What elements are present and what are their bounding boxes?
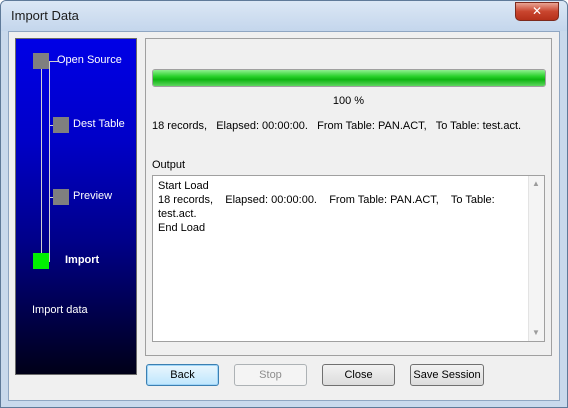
scroll-up-arrow-icon[interactable]: ▲ [532, 179, 540, 188]
output-vertical-scrollbar[interactable]: ▲ ▼ [528, 176, 544, 341]
wizard-connector-line [49, 62, 50, 261]
progress-bar-fill [153, 70, 545, 86]
step-description: Import data [32, 304, 88, 316]
step-preview-marker [53, 189, 69, 205]
import-data-window: Import Data ✕ Open Source Dest Table Pre… [0, 0, 568, 408]
import-progress-bar [152, 69, 546, 87]
title-bar: Import Data ✕ [1, 1, 567, 31]
scroll-down-arrow-icon[interactable]: ▼ [532, 328, 540, 337]
step-open-source-label: Open Source [57, 54, 122, 66]
back-button[interactable]: Back [146, 364, 219, 386]
output-label: Output [152, 159, 186, 171]
step-preview-label: Preview [73, 190, 113, 202]
output-log-textarea[interactable]: Start Load 18 records, Elapsed: 00:00:00… [152, 175, 545, 342]
import-progress-panel: 100 % 18 records, Elapsed: 00:00:00. Fro… [145, 38, 552, 356]
save-session-button[interactable]: Save Session [410, 364, 484, 386]
step-dest-table-marker [53, 117, 69, 133]
wizard-steps-panel: Open Source Dest Table Preview Import Im… [15, 38, 137, 375]
step-dest-table-label: Dest Table [73, 118, 125, 130]
step-open-source-marker [33, 53, 49, 69]
window-title: Import Data [11, 8, 79, 23]
step-import-label: Import [65, 254, 100, 266]
output-log-text: Start Load 18 records, Elapsed: 00:00:00… [158, 180, 495, 234]
close-window-icon[interactable]: ✕ [515, 2, 559, 21]
stop-button[interactable]: Stop [234, 364, 307, 386]
close-button[interactable]: Close [322, 364, 395, 386]
import-status-line: 18 records, Elapsed: 00:00:00. From Tabl… [152, 120, 522, 132]
step-import-marker [33, 253, 49, 269]
dialog-client-area: Open Source Dest Table Preview Import Im… [8, 31, 560, 401]
wizard-connector-line [41, 62, 42, 261]
progress-percent-label: 100 % [332, 95, 365, 107]
